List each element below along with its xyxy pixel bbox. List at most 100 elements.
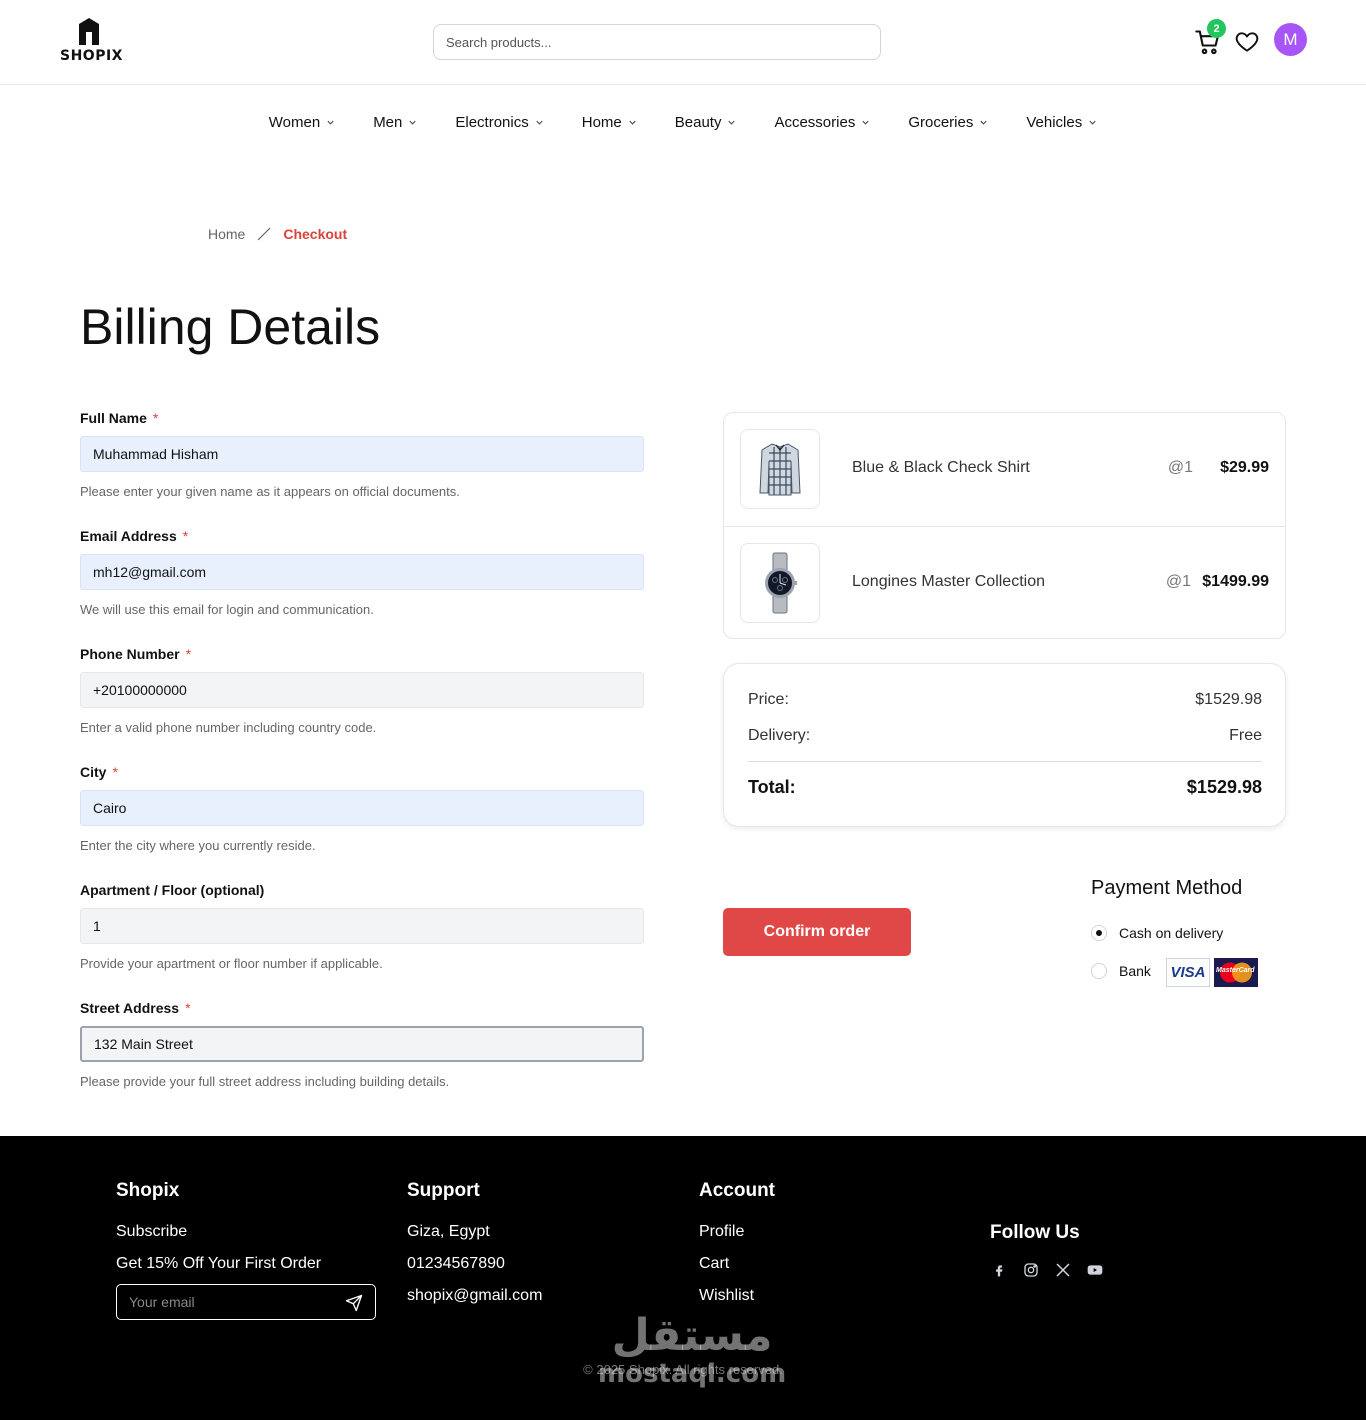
card-logos: VISA MasterCard	[1166, 958, 1258, 987]
nav-item-electronics[interactable]: Electronics	[436, 110, 562, 134]
apartment-help: Provide your apartment or floor number i…	[80, 956, 383, 971]
delivery-label: Delivery:	[748, 727, 811, 744]
phone-input-wrap	[80, 672, 644, 708]
footer-link-profile[interactable]: Profile	[699, 1223, 744, 1241]
footer-phone[interactable]: 01234567890	[407, 1255, 505, 1273]
total-value: $1529.98	[1186, 777, 1262, 797]
required-mark: *	[112, 764, 118, 780]
order-summary: Price: $1529.98 Delivery: Free Total: $1…	[723, 663, 1286, 827]
cart-count-badge: 2	[1207, 19, 1226, 38]
category-nav: Women Men Electronics Home Beauty Access…	[0, 110, 1366, 134]
wishlist-heart-icon[interactable]	[1234, 29, 1260, 55]
youtube-icon[interactable]	[1086, 1261, 1104, 1279]
full-name-input[interactable]	[81, 437, 643, 471]
x-twitter-icon[interactable]	[1054, 1261, 1072, 1279]
slash-separator-icon	[257, 227, 271, 241]
street-input[interactable]	[82, 1028, 642, 1060]
footer-support-column: Support	[407, 1180, 480, 1202]
footer-email[interactable]: shopix@gmail.com	[407, 1287, 542, 1305]
visa-logo: VISA	[1166, 958, 1210, 987]
chevron-down-icon	[409, 120, 416, 125]
full-name-help: Please enter your given name as it appea…	[80, 484, 460, 499]
watermark-arabic: مستقل	[611, 1310, 773, 1361]
item-quantity: @1	[1167, 459, 1193, 476]
send-icon[interactable]	[345, 1294, 363, 1312]
payment-option-bank[interactable]: Bank	[1091, 963, 1151, 979]
nav-label: Men	[373, 113, 403, 131]
instagram-icon[interactable]	[1022, 1261, 1040, 1279]
item-quantity: @1	[1165, 573, 1191, 590]
phone-help: Enter a valid phone number including cou…	[80, 720, 377, 735]
nav-item-accessories[interactable]: Accessories	[755, 110, 889, 134]
social-links	[990, 1261, 1104, 1279]
footer-account-column: Account	[699, 1180, 775, 1202]
item-price: $29.99	[1220, 459, 1269, 476]
phone-input[interactable]	[81, 673, 643, 707]
email-label: Email Address *	[80, 528, 189, 544]
facebook-icon[interactable]	[990, 1261, 1008, 1279]
logo-text: SHOPIX	[60, 48, 123, 64]
watch-image	[765, 552, 797, 614]
footer-follow-column: Follow Us	[990, 1222, 1080, 1244]
nav-item-men[interactable]: Men	[354, 110, 436, 134]
footer-link-cart[interactable]: Cart	[699, 1255, 729, 1273]
apartment-field: Apartment / Floor (optional) Provide you…	[80, 882, 644, 971]
nav-item-vehicles[interactable]: Vehicles	[1007, 110, 1116, 134]
required-mark: *	[185, 1000, 191, 1016]
mastercard-text: MasterCard	[1216, 967, 1255, 974]
payment-option-label: Cash on delivery	[1119, 925, 1224, 941]
street-label: Street Address *	[80, 1000, 191, 1016]
apartment-input[interactable]	[81, 909, 643, 943]
nav-item-beauty[interactable]: Beauty	[656, 110, 756, 134]
footer-link-wishlist[interactable]: Wishlist	[699, 1287, 754, 1305]
radio-unselected[interactable]	[1091, 963, 1107, 979]
phone-field: Phone Number* Enter a valid phone number…	[80, 646, 644, 735]
footer-offer: Get 15% Off Your First Order	[116, 1255, 322, 1272]
search-bar[interactable]	[433, 24, 881, 60]
breadcrumb-home-link[interactable]: Home	[208, 226, 245, 242]
payment-method-title: Payment Method	[1091, 877, 1243, 899]
chevron-down-icon	[327, 120, 334, 125]
chevron-down-icon	[728, 120, 736, 125]
footer-follow-title: Follow Us	[990, 1222, 1080, 1243]
phone-label: Phone Number *	[80, 646, 192, 662]
site-header: SHOPIX 2 M	[0, 0, 1366, 85]
footer-address: Giza, Egypt	[407, 1223, 490, 1240]
delivery-value: Free	[1229, 727, 1262, 744]
breadcrumb-current: Checkout	[283, 226, 348, 242]
delivery-row: Delivery: Free	[748, 727, 1262, 745]
city-help: Enter the city where you currently resid…	[80, 838, 316, 853]
email-input[interactable]	[81, 555, 643, 589]
city-input[interactable]	[81, 791, 643, 825]
confirm-order-button[interactable]: Confirm order	[723, 908, 911, 956]
total-row: Total: $1529.98	[748, 777, 1262, 798]
footer-subscribe: Subscribe	[116, 1223, 188, 1240]
search-input[interactable]	[434, 25, 880, 59]
mastercard-logo: MasterCard	[1214, 958, 1258, 987]
logo[interactable]: SHOPIX	[60, 16, 123, 68]
radio-selected[interactable]	[1091, 925, 1107, 941]
item-name[interactable]: Longines Master Collection	[852, 573, 1045, 591]
nav-label: Groceries	[908, 113, 974, 131]
chevron-down-icon	[862, 120, 869, 125]
shirt-thumbnail[interactable]	[740, 429, 820, 509]
logo-house-icon	[79, 18, 99, 45]
nav-item-home[interactable]: Home	[563, 110, 656, 134]
watch-thumbnail[interactable]	[740, 543, 820, 623]
order-item: Longines Master Collection @1 $1499.99	[724, 526, 1285, 639]
nav-label: Vehicles	[1026, 113, 1083, 131]
full-name-input-wrap	[80, 436, 644, 472]
shirt-image	[759, 443, 801, 496]
nav-item-groceries[interactable]: Groceries	[889, 110, 1007, 134]
nav-item-women[interactable]: Women	[250, 110, 354, 134]
footer-email-input[interactable]	[117, 1285, 327, 1319]
payment-option-label: Bank	[1119, 963, 1151, 979]
footer-account-title: Account	[699, 1180, 775, 1201]
item-name[interactable]: Blue & Black Check Shirt	[852, 459, 1030, 477]
summary-divider	[748, 761, 1262, 762]
payment-option-cash[interactable]: Cash on delivery	[1091, 925, 1223, 941]
apartment-input-wrap	[80, 908, 644, 944]
user-avatar[interactable]: M	[1274, 23, 1307, 56]
nav-label: Accessories	[774, 113, 856, 131]
chevron-down-icon	[1089, 120, 1096, 125]
